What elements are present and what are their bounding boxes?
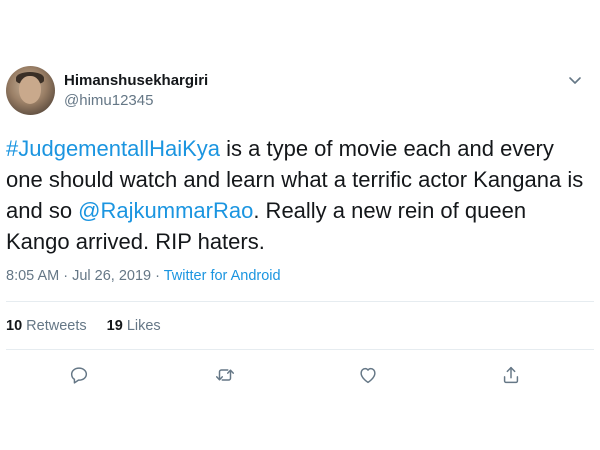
tweet-source-link[interactable]: Twitter for Android [164,268,281,284]
author-display-name[interactable]: Himanshusekhargiri [64,72,208,89]
reply-icon[interactable] [68,364,90,386]
like-icon[interactable] [357,364,379,386]
meta-separator: · [59,268,73,284]
tweet-time[interactable]: 8:05 AM [6,268,59,284]
hashtag-link[interactable]: #JudgementallHaiKya [6,136,220,161]
likes-count: 19 [106,318,123,334]
tweet-meta: 8:05 AM · Jul 26, 2019 · Twitter for And… [6,268,281,284]
likes-label: Likes [126,318,161,334]
share-icon[interactable] [500,364,522,386]
avatar[interactable] [6,66,55,115]
retweets-label: Retweets [26,318,87,334]
meta-separator: · [151,268,164,284]
mention-link[interactable]: @RajkummarRao [78,198,253,223]
tweet-stats: 10 Retweets 19 Likes [6,318,177,334]
retweets-count: 10 [6,318,23,334]
divider [6,301,594,302]
retweets-stat[interactable]: 10 Retweets [6,318,87,334]
tweet-text: #JudgementallHaiKya is a type of movie e… [6,133,591,257]
tweet-date[interactable]: Jul 26, 2019 [72,268,151,284]
retweet-icon[interactable] [214,364,236,386]
avatar-face [19,76,41,104]
tweet-card: Himanshusekhargiri @himu12345 #Judgement… [0,0,600,450]
likes-stat[interactable]: 19 Likes [107,318,161,334]
chevron-down-icon[interactable] [567,72,583,88]
divider [6,349,594,350]
author-handle[interactable]: @himu12345 [64,92,153,109]
